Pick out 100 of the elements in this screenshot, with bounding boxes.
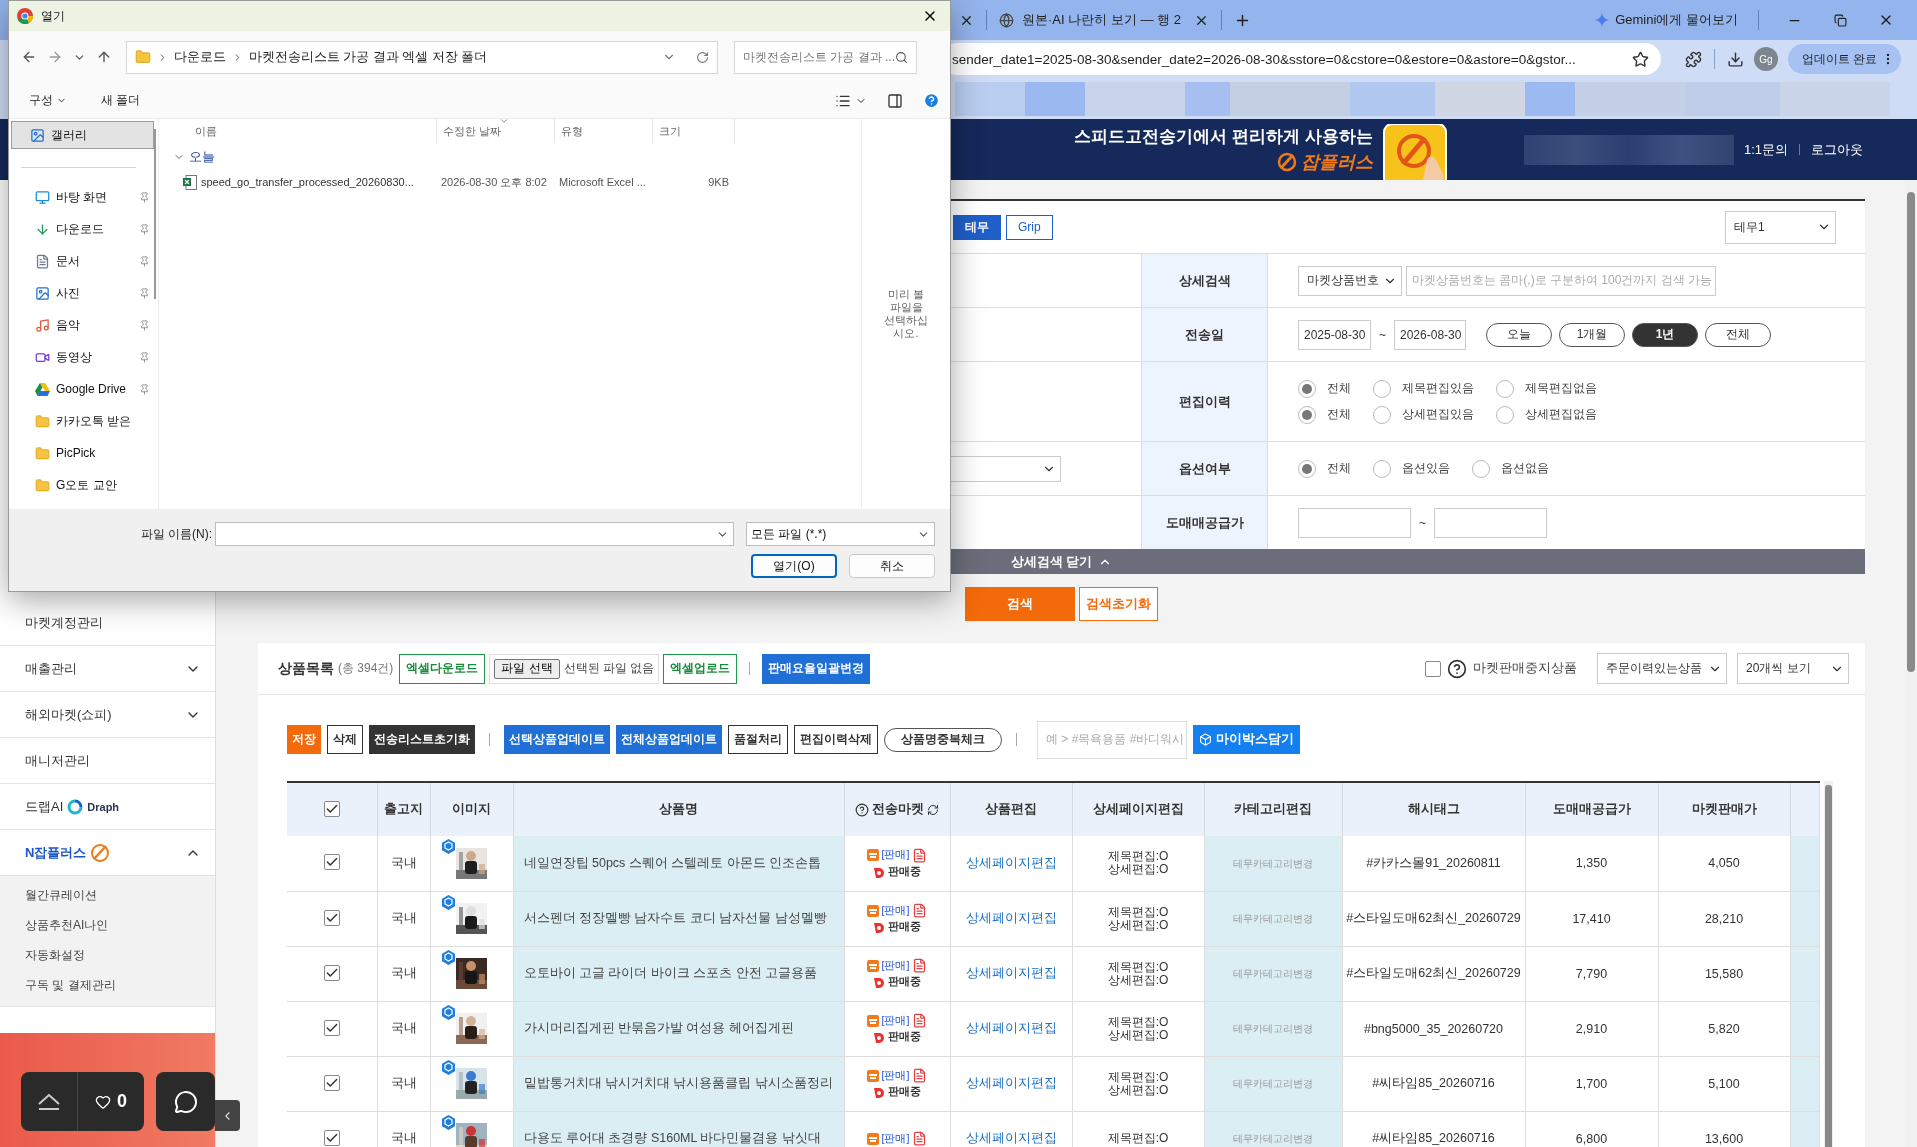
update-button[interactable]: 업데이트 완료	[1788, 44, 1902, 74]
action-button[interactable]: 전체상품업데이트	[616, 725, 722, 754]
row-checkbox[interactable]	[323, 854, 340, 871]
filetype-select[interactable]: 모든 파일 (*.*)	[746, 522, 935, 546]
radio-option[interactable]: 전체	[1298, 405, 1351, 424]
column-header[interactable]: 크기	[653, 119, 735, 143]
refresh-icon[interactable]	[927, 803, 939, 816]
excel-download-button[interactable]: 엑셀다운로드	[399, 653, 486, 684]
row-checkbox[interactable]	[323, 909, 340, 926]
action-button[interactable]: 품절처리	[728, 725, 788, 754]
nav-pane-item[interactable]: 음악	[9, 312, 154, 338]
detail-edit-link[interactable]: 상세페이지편집	[965, 1076, 1057, 1090]
radio-option[interactable]: 상세편집없음	[1496, 405, 1597, 424]
nav-pane-item[interactable]: 문서	[9, 248, 154, 274]
back-icon[interactable]	[21, 49, 37, 65]
sidebar-item[interactable]: 매니저관리	[0, 738, 215, 784]
submenu-item[interactable]: 구독 및 결제관리	[0, 970, 215, 1000]
nav-pane-item[interactable]: 바탕 화면	[9, 184, 154, 210]
date-input[interactable]: 2025-08-30	[1298, 319, 1371, 350]
nav-pane-item[interactable]: 사진	[9, 280, 154, 306]
browser-tab[interactable]: 원본·AI 나란히 보기 — 행 2	[999, 11, 1209, 29]
radio-option[interactable]: 제목편집없음	[1496, 379, 1597, 398]
select-all-checkbox[interactable]	[323, 800, 340, 817]
market-tab[interactable]: 테무	[953, 214, 1001, 240]
market-tab[interactable]: Grip	[1006, 214, 1053, 240]
detail-edit-link[interactable]: 상세페이지편집	[965, 1131, 1057, 1145]
column-header[interactable]: 유형	[555, 119, 653, 143]
action-button[interactable]: 상품명중복체크	[884, 727, 1002, 752]
action-button[interactable]: 삭제	[327, 725, 363, 754]
like-button[interactable]: 0	[78, 1072, 144, 1131]
row-checkbox[interactable]	[323, 1019, 340, 1036]
nav-pane-item[interactable]: 다운로드	[9, 216, 154, 242]
mybox-button[interactable]: 마이박스담기	[1193, 725, 1300, 754]
file-group-header[interactable]: 오늘	[173, 143, 861, 171]
nav-pane-item[interactable]: G오토 교안	[9, 472, 154, 498]
download-icon[interactable]	[1727, 50, 1744, 68]
range-button[interactable]: 전체	[1705, 322, 1771, 347]
radio-option[interactable]: 상세편집있음	[1373, 405, 1474, 424]
preview-pane-icon[interactable]	[887, 92, 903, 109]
page-size-select[interactable]: 20개씩 보기	[1737, 653, 1849, 684]
organize-menu[interactable]: 구성	[23, 92, 73, 109]
order-filter-select[interactable]: 주문이력있는상품	[1597, 653, 1727, 684]
checkbox[interactable]	[1425, 660, 1441, 677]
file-row[interactable]: speed_go_transfer_processed_20260830... 2026-08-30 오후 8:02 Microsoft Excel ... 9KB	[183, 171, 861, 193]
column-header[interactable]: 수정한 날짜	[437, 119, 555, 143]
submenu-item[interactable]: 상품추천AI나인	[0, 910, 215, 940]
range-button[interactable]: 오늘	[1486, 322, 1552, 347]
price-input[interactable]	[1298, 507, 1411, 538]
detail-edit-link[interactable]: 상세페이지편집	[965, 1021, 1057, 1035]
range-button[interactable]: 1년	[1632, 322, 1698, 347]
sidebar-item[interactable]: 매출관리	[0, 646, 215, 692]
action-button[interactable]: 전송리스트초기화	[369, 725, 475, 754]
detail-edit-link[interactable]: 상세페이지편집	[965, 911, 1057, 925]
row-checkbox[interactable]	[323, 964, 340, 981]
restore-icon[interactable]	[1833, 13, 1847, 27]
excel-upload-button[interactable]: 엑셀업로드	[663, 653, 738, 684]
sidebar-item[interactable]: 마켓계정관리	[0, 600, 215, 646]
cancel-button[interactable]: 취소	[849, 554, 935, 578]
open-button[interactable]: 열기(O)	[751, 554, 837, 578]
bookmark-star-icon[interactable]	[1632, 50, 1649, 68]
bulk-rate-button[interactable]: 판매요율일괄변경	[762, 653, 871, 684]
path-bar[interactable]: 다운로드 마켓전송리스트 가공 결과 엑셀 저장 폴더	[126, 40, 718, 74]
search-type-select[interactable]: 마켓상품번호	[1298, 265, 1402, 296]
nav-pane-item[interactable]: Google Drive	[9, 376, 154, 402]
radio-option[interactable]: 전체	[1298, 379, 1351, 398]
detail-edit-link[interactable]: 상세페이지편집	[965, 966, 1057, 980]
action-button[interactable]: 선택상품업데이트	[504, 725, 610, 754]
new-folder-button[interactable]: 새 폴더	[95, 92, 147, 109]
radio-option[interactable]: 옵션없음	[1472, 459, 1549, 478]
nav-pane-item[interactable]: 동영상	[9, 344, 154, 370]
date-input[interactable]: 2026-08-30	[1394, 319, 1466, 350]
gemini-button[interactable]: Gemini에게 물어보기	[1595, 11, 1738, 29]
price-input[interactable]	[1434, 507, 1547, 538]
radio-option[interactable]: 제목편집있음	[1373, 379, 1474, 398]
account-select[interactable]: 테무1	[1725, 210, 1836, 244]
radio-option[interactable]: 전체	[1298, 459, 1351, 478]
action-button[interactable]: 편집이력삭제	[794, 725, 878, 754]
submenu-item[interactable]: 자동화설정	[0, 940, 215, 970]
forward-icon[interactable]	[47, 49, 63, 65]
profile-avatar[interactable]: Gg	[1754, 47, 1778, 71]
filename-field[interactable]	[215, 522, 734, 546]
column-header[interactable]: 이름	[169, 119, 437, 143]
detail-edit-link[interactable]: 상세페이지편집	[965, 855, 1057, 870]
sidebar-item[interactable]: 해외마켓(쇼피)	[0, 692, 215, 738]
extensions-icon[interactable]	[1685, 50, 1702, 68]
range-button[interactable]: 1개월	[1559, 322, 1625, 347]
collapse-button[interactable]	[215, 1100, 240, 1131]
help-icon[interactable]	[923, 92, 940, 109]
up-folder-icon[interactable]	[96, 49, 112, 65]
sidebar-item[interactable]: 드랩AI Draph	[0, 784, 215, 830]
nav-pane-item[interactable]: 카카오톡 받은	[9, 408, 154, 434]
file-choose-button[interactable]: 파일 선택	[494, 658, 560, 679]
logout-link[interactable]: 로그아웃	[1811, 140, 1863, 159]
nav-pane-item[interactable]: 갤러리	[11, 121, 154, 149]
folder-search-field[interactable]: 마켓전송리스트 가공 결과 ...	[734, 40, 917, 74]
submenu-item[interactable]: 월간큐레이션	[0, 880, 215, 910]
row-checkbox[interactable]	[323, 1129, 340, 1146]
inquiry-link[interactable]: 1:1문의	[1743, 140, 1788, 159]
row-checkbox[interactable]	[323, 1074, 340, 1091]
nav-pane-item[interactable]: PicPick	[9, 440, 154, 466]
